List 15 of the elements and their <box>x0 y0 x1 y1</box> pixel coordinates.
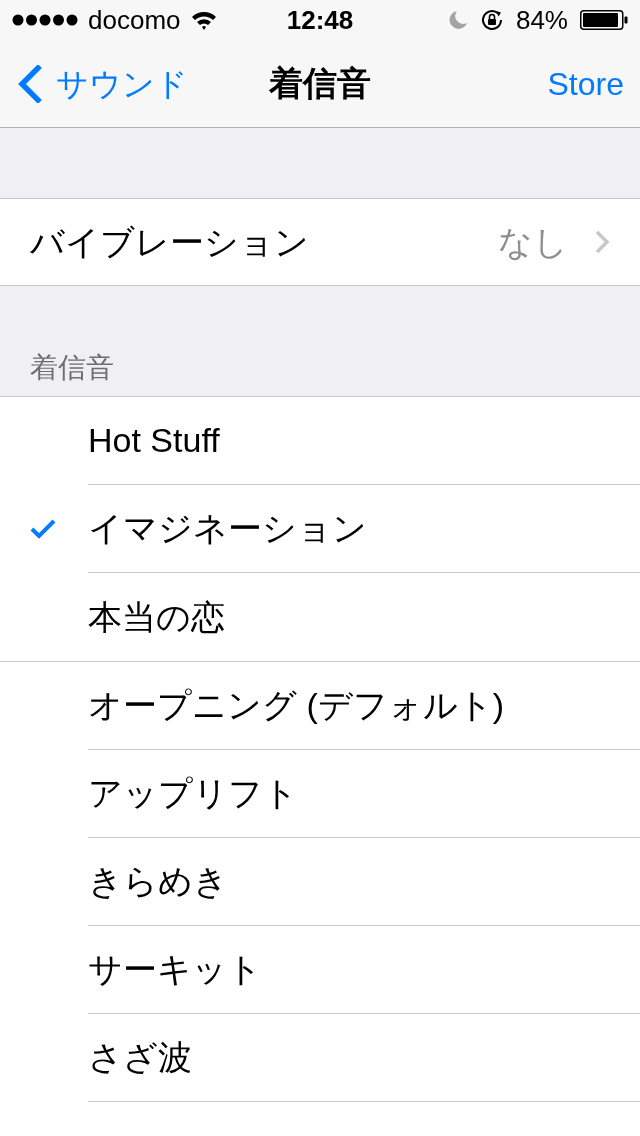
chevron-left-icon <box>16 64 42 103</box>
wifi-icon <box>190 10 217 30</box>
back-button[interactable]: サウンド <box>16 59 188 108</box>
battery-icon <box>580 10 628 30</box>
battery-percentage: 84% <box>515 7 568 33</box>
moon-icon <box>447 10 468 30</box>
vibration-row[interactable]: バイブレーション なし <box>0 198 640 286</box>
store-button[interactable]: Store <box>547 59 624 108</box>
status-time: 12:48 <box>286 7 354 33</box>
section-header: 着信音 <box>30 354 114 382</box>
signal-icon <box>12 14 78 26</box>
carrier-name: docomo <box>88 7 181 33</box>
rotation-lock-icon <box>479 8 504 32</box>
chevron-right-icon <box>594 229 610 255</box>
navigation-title: 着信音 <box>269 63 371 104</box>
